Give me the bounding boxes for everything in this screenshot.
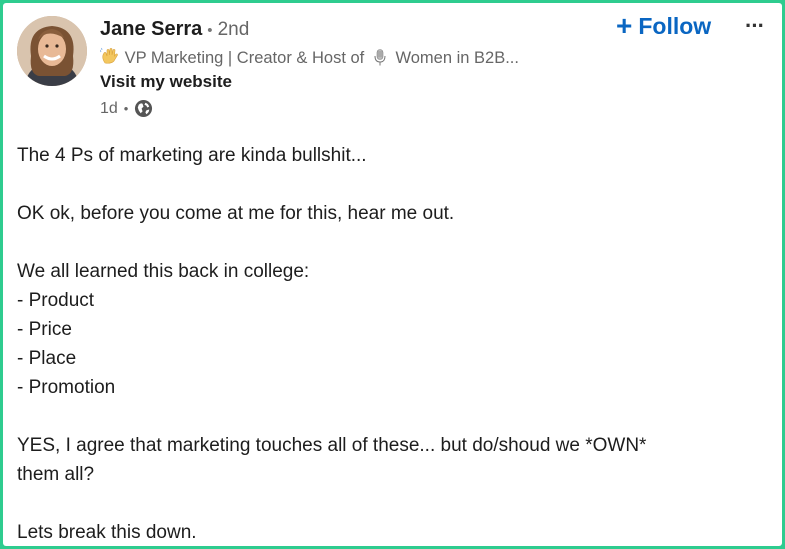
- follow-label: Follow: [638, 12, 712, 39]
- author-headline: VP Marketing | Creator & Host of Women i…: [100, 47, 519, 68]
- meta-separator: •: [123, 101, 129, 116]
- post-card: Jane Serra • 2nd VP Marketing | Creator & …: [3, 3, 782, 546]
- post-body-line: them all?: [17, 464, 95, 485]
- post-body: The 4 Ps of marketing are kinda bullshit…: [17, 141, 767, 547]
- headline-show-name: Women in B2B...: [395, 49, 519, 67]
- post-body-line: - Product: [17, 290, 95, 311]
- post-body-line: [17, 228, 767, 257]
- follow-button[interactable]: + Follow: [616, 12, 711, 40]
- post-body-line: [17, 489, 767, 518]
- post-body-line: Lets break this down.: [17, 522, 197, 543]
- post-body-line: - Place: [17, 348, 77, 369]
- author-name[interactable]: Jane Serra: [100, 18, 202, 40]
- post-body-line: YES, I agree that marketing touches all …: [17, 435, 647, 456]
- globe-icon: [135, 99, 153, 118]
- post-body-line: - Price: [17, 319, 72, 340]
- post-body-line: - Promotion: [17, 377, 116, 398]
- post-timestamp: 1d: [100, 99, 118, 117]
- plus-icon: +: [616, 10, 633, 41]
- post-body-line: [17, 402, 767, 431]
- more-options-button[interactable]: ···: [745, 13, 765, 39]
- degree-separator: •: [207, 22, 213, 39]
- avatar-image: [17, 16, 87, 86]
- post-meta: 1d •: [100, 99, 153, 118]
- waving-hand-icon: [100, 47, 118, 64]
- connection-degree: 2nd: [217, 19, 250, 40]
- post-body-line: OK ok, before you come at me for this, h…: [17, 203, 455, 224]
- author-line: Jane Serra • 2nd: [100, 18, 249, 41]
- author-avatar[interactable]: [17, 16, 87, 86]
- post-body-line: The 4 Ps of marketing are kinda bullshit…: [17, 145, 367, 166]
- microphone-icon: [374, 49, 386, 66]
- post-body-line: We all learned this back in college:: [17, 261, 310, 282]
- post-body-line: [17, 170, 767, 199]
- visit-website-link[interactable]: Visit my website: [100, 72, 232, 92]
- headline-text: VP Marketing | Creator & Host of: [124, 49, 365, 67]
